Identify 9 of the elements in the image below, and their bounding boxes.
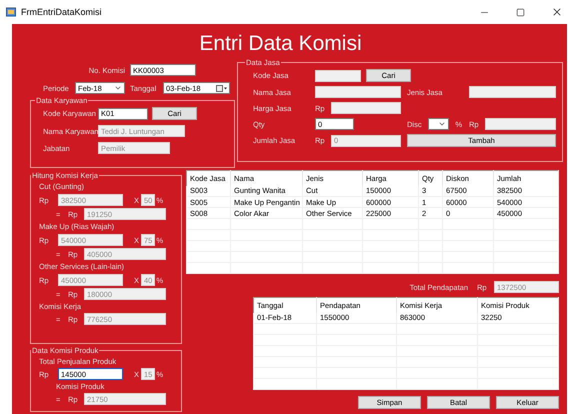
chevron-icon xyxy=(114,84,122,92)
discount-dropdown[interactable] xyxy=(428,118,449,130)
app-icon xyxy=(6,7,16,17)
maximize-icon[interactable] xyxy=(516,8,525,16)
chevron-icon xyxy=(438,120,446,128)
calendar-icon xyxy=(216,84,227,92)
close-icon[interactable] xyxy=(551,6,563,18)
form-heading: Entri Data Komisi xyxy=(199,31,362,57)
window-title: FrmEntriDataKomisi xyxy=(21,7,102,17)
